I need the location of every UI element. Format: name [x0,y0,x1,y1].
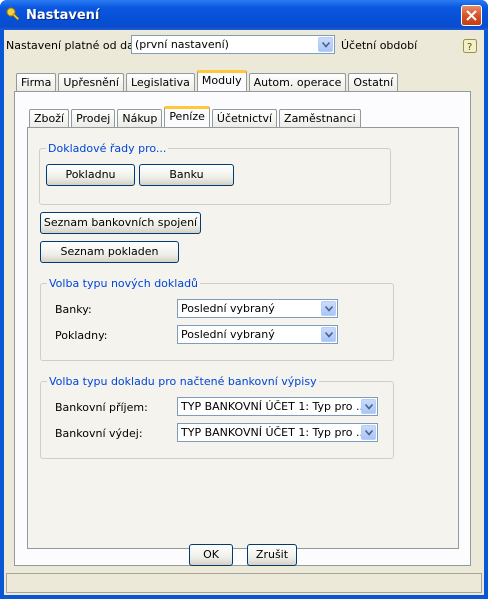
ok-button[interactable]: OK [189,544,233,566]
chevron-down-icon[interactable] [318,37,333,52]
main-tab-0[interactable]: Firma [16,73,57,91]
chevron-down-icon[interactable] [321,327,336,342]
statement-doc-type-group: Volba typu dokladu pro načtené bankovní … [40,375,394,459]
bank-income-combo[interactable]: TYP BANKOVNÍ ÚČET 1: Typ pro ... [177,397,378,416]
chevron-down-icon[interactable] [361,399,376,414]
banks-combo[interactable]: Poslední vybraný [177,299,338,318]
sub-tab-5[interactable]: Zaměstnanci [279,109,361,127]
bank-expense-combo[interactable]: TYP BANKOVNÍ ÚČET 1: Typ pro ... [177,423,378,442]
main-tab-3[interactable]: Moduly [196,70,247,91]
bank-income-label: Bankovní příjem: [55,401,148,414]
cash-series-button[interactable]: Pokladnu [46,164,135,186]
bank-expense-label: Bankovní výdej: [55,427,143,440]
valid-from-combo[interactable]: (první nastavení) [131,35,335,54]
moduly-tab-panel: Zboží Prodej Nákup Peníze Účetnictví Zaměstna… [14,91,471,566]
cancel-button[interactable]: Zrušit [247,544,297,566]
main-tab-1[interactable]: Upřesnění [58,73,124,91]
bank-income-value: TYP BANKOVNÍ ÚČET 1: Typ pro ... [181,400,367,413]
cash-desks-list-button[interactable]: Seznam pokladen [40,241,179,263]
statement-doc-type-title: Volba typu dokladu pro načtené bankovní … [47,375,319,388]
app-icon [6,7,21,22]
main-tab-strip: Firma Upřesnění Legislativa Moduly Autom. op… [16,70,400,91]
cash-desks-label: Pokladny: [55,329,108,342]
doc-series-group: Dokladové řady pro... Pokladnu Banku [39,142,391,205]
period-label: Účetní období [341,39,418,52]
sub-tab-strip: Zboží Prodej Nákup Peníze Účetnictví Zaměstna… [29,106,363,127]
main-tab-2[interactable]: Legislativa [125,73,195,91]
main-tab-5[interactable]: Ostatní [348,73,399,91]
bank-expense-value: TYP BANKOVNÍ ÚČET 1: Typ pro ... [181,426,367,439]
window-title: Nastavení [26,8,100,23]
cash-desks-value: Poslední vybraný [181,328,275,341]
bank-accounts-list-button[interactable]: Seznam bankovních spojení [40,212,201,234]
banks-value: Poslední vybraný [181,302,275,315]
main-tab-4[interactable]: Autom. operace [248,73,347,91]
status-bar [6,573,482,593]
help-icon[interactable]: ? [463,39,477,53]
bank-series-button[interactable]: Banku [139,164,234,186]
doc-series-title: Dokladové řady pro... [46,142,169,155]
sub-tab-2[interactable]: Nákup [117,109,163,127]
new-doc-type-title: Volba typu nových dokladů [47,277,201,290]
penize-tab-panel: Dokladové řady pro... Pokladnu Banku Sez… [27,127,459,549]
chevron-down-icon[interactable] [361,425,376,440]
sub-tab-0[interactable]: Zboží [29,109,70,127]
svg-text:?: ? [467,42,472,53]
dialog-body: Nastavení platné od data: (první nastave… [4,30,484,595]
sub-tab-1[interactable]: Prodej [71,109,116,127]
sub-tab-3[interactable]: Peníze [164,106,210,127]
new-doc-type-group: Volba typu nových dokladů Banky: Posledn… [40,277,394,361]
title-bar[interactable]: Nastavení [0,0,488,30]
settings-window: Nastavení Nastavení platné od data: (prv… [0,0,488,599]
cash-desks-combo[interactable]: Poslední vybraný [177,325,338,344]
valid-from-label: Nastavení platné od data: [6,39,149,52]
valid-from-value: (první nastavení) [135,38,229,51]
close-button[interactable] [461,5,482,26]
banks-label: Banky: [55,303,92,316]
chevron-down-icon[interactable] [321,301,336,316]
sub-tab-4[interactable]: Účetnictví [211,109,278,127]
close-icon [466,10,477,21]
